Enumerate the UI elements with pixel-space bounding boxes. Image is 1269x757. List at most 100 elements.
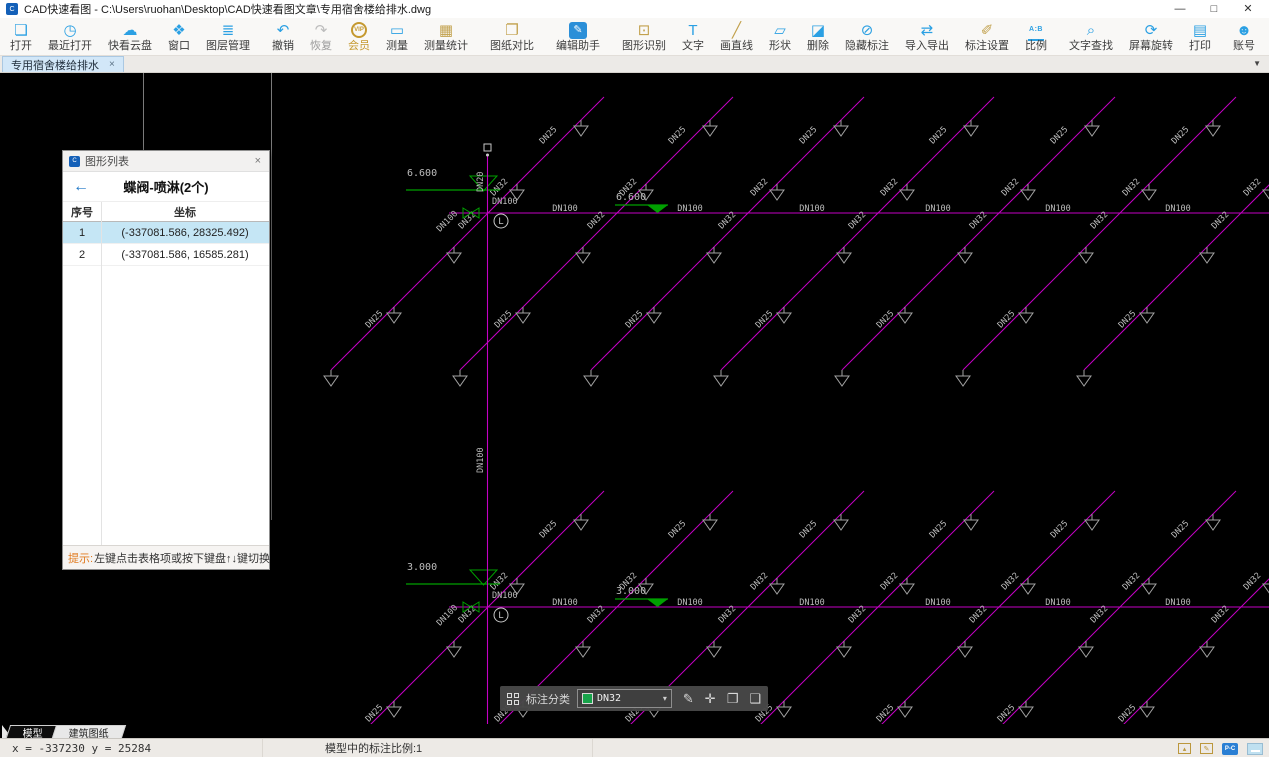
sprinkler-icon <box>1077 370 1091 386</box>
table-row[interactable]: 1(-337081.586, 28325.492) <box>63 222 269 244</box>
window-icon: ❖ <box>172 21 185 40</box>
export-image-icon[interactable]: ▴ <box>1178 743 1191 754</box>
shape-recognition-button-label: 图形识别 <box>622 40 666 53</box>
sprinkler-icon <box>574 514 588 530</box>
sprinkler-icon <box>707 247 721 263</box>
measure-icon: ▭ <box>390 21 404 40</box>
panel-toggle-icon[interactable] <box>1247 743 1263 755</box>
scale-button[interactable]: A:B比例 <box>1017 18 1055 56</box>
main-pipe-label: DN100 <box>799 204 825 214</box>
window-title: CAD快速看图 - C:\Users\ruohan\Desktop\CAD快速看… <box>24 1 431 17</box>
row-seq: 1 <box>63 227 101 239</box>
text-button-label: 文字 <box>682 40 704 53</box>
back-arrow-icon[interactable]: ← <box>73 179 89 195</box>
print-icon: ▤ <box>1193 21 1207 40</box>
measure-button-label: 测量 <box>386 40 408 53</box>
recent-open-button-label: 最近打开 <box>48 40 92 53</box>
branch-end-label: DN25 <box>1170 519 1192 541</box>
elevation-marker: 6.600 <box>615 192 668 213</box>
document-tab-label: 专用宿舍楼给排水 <box>11 57 99 73</box>
sprinkler-icon <box>898 307 912 323</box>
account-button[interactable]: ☻账号 <box>1225 18 1263 56</box>
category-color-swatch <box>582 693 593 704</box>
text-button[interactable]: T文字 <box>674 18 712 56</box>
sprinkler-icon <box>574 120 588 136</box>
table-row[interactable]: 2(-337081.586, 16585.281) <box>63 244 269 266</box>
shape-list-panel: C 图形列表 × ← 蝶阀-喷淋(2个) 序号 坐标 1(-337081.586… <box>62 150 270 570</box>
edit-annotation-icon[interactable]: ✎ <box>683 692 694 705</box>
pc-sync-icon[interactable]: P-C <box>1222 743 1238 755</box>
delete-icon: ◪ <box>811 21 825 40</box>
coordinate-table: 序号 坐标 1(-337081.586, 28325.492)2(-337081… <box>63 202 269 545</box>
sprinkler-icon <box>834 514 848 530</box>
valve-pipe-label: DN100 <box>435 603 460 628</box>
shape-button[interactable]: ▱形状 <box>761 18 799 56</box>
support-button[interactable]: ☊客服 <box>1263 18 1269 56</box>
main-pipe-label: DN100 <box>925 598 951 608</box>
text-search-button[interactable]: ⌕文字查找 <box>1061 18 1121 56</box>
draw-line-icon: ╱ <box>732 21 741 40</box>
import-export-icon: ⇄ <box>921 21 934 40</box>
import-export-button-label: 导入导出 <box>905 40 949 53</box>
sprinkler-icon <box>1085 514 1099 530</box>
hide-annotations-button[interactable]: ⊘隐藏标注 <box>837 18 897 56</box>
annotation-category-dropdown[interactable]: DN32 ▾ <box>577 689 672 708</box>
undo-button[interactable]: ↶撤销 <box>264 18 302 56</box>
edit-assistant-button[interactable]: ✎编辑助手 <box>548 18 608 56</box>
sprinkler-icon <box>958 247 972 263</box>
close-button[interactable]: ✕ <box>1231 0 1265 18</box>
import-export-button[interactable]: ⇄导入导出 <box>897 18 957 56</box>
tab-list-caret-icon[interactable]: ▼ <box>1253 59 1261 68</box>
minimize-button[interactable]: — <box>1163 0 1197 18</box>
document-tab[interactable]: 专用宿舍楼给排水 × <box>2 56 124 72</box>
layer-manager-button[interactable]: ≣图层管理 <box>198 18 258 56</box>
delete-button[interactable]: ◪删除 <box>799 18 837 56</box>
measure-stats-button[interactable]: ▦测量统计 <box>416 18 476 56</box>
sheet-tab-layout[interactable]: 建筑图纸 <box>52 725 126 738</box>
sprinkler-icon <box>714 370 728 386</box>
annotation-settings-button[interactable]: ✐标注设置 <box>957 18 1017 56</box>
measure-button[interactable]: ▭测量 <box>378 18 416 56</box>
recent-open-button[interactable]: ◷最近打开 <box>40 18 100 56</box>
draw-line-button[interactable]: ╱画直线 <box>712 18 761 56</box>
edit-export-icon[interactable]: ✎ <box>1200 743 1213 754</box>
alarm-valve-letter: L <box>498 611 503 621</box>
branch-label: DN32 <box>879 571 901 593</box>
shape-panel-close-icon[interactable]: × <box>253 155 263 167</box>
vip-member-button[interactable]: VIP会员 <box>340 18 378 56</box>
redo-button[interactable]: ↷恢复 <box>302 18 340 56</box>
row-seq: 2 <box>63 249 101 261</box>
valve-pipe-label: DN100 <box>492 197 518 207</box>
document-tab-close-icon[interactable]: × <box>109 59 115 70</box>
branch-end-label: DN25 <box>1117 309 1139 331</box>
panel-hint: 提示: 左键点击表格项或按下键盘↑↓键切换 <box>63 545 269 569</box>
screen-rotate-button[interactable]: ⟳屏幕旋转 <box>1121 18 1181 56</box>
branch-end-label: DN25 <box>1049 519 1071 541</box>
main-pipe-label: DN100 <box>1165 204 1191 214</box>
row-coordinate: (-337081.586, 16585.281) <box>101 249 269 261</box>
copy-annotation-icon[interactable]: ❐ <box>727 692 739 705</box>
maximize-button[interactable]: □ <box>1197 0 1231 18</box>
branch-label: DN32 <box>1000 571 1022 593</box>
cloud-drive-button[interactable]: ☁快看云盘 <box>100 18 160 56</box>
sprinkler-icon <box>1019 307 1033 323</box>
category-value: DN32 <box>597 693 659 704</box>
sprinkler-icon <box>964 514 978 530</box>
print-button[interactable]: ▤打印 <box>1181 18 1219 56</box>
shape-button-label: 形状 <box>769 40 791 53</box>
valve-pipe-label: DN100 <box>435 209 460 234</box>
cad-viewport[interactable]: DN100DN100DN100DN100DN100DN100DN25DN32DN… <box>0 73 1269 724</box>
shape-panel-titlebar[interactable]: C 图形列表 × <box>63 151 269 172</box>
duplicate-annotation-icon[interactable]: ❑ <box>749 692 761 705</box>
open-button[interactable]: ❏打开 <box>2 18 40 56</box>
sprinkler-icon <box>1085 120 1099 136</box>
move-annotation-icon[interactable]: ✛ <box>705 692 716 705</box>
branch-label: DN32 <box>489 571 511 593</box>
window-button[interactable]: ❖窗口 <box>160 18 198 56</box>
grid-icon[interactable] <box>507 693 519 705</box>
branch-label: DN32 <box>1242 571 1264 593</box>
shape-recognition-button[interactable]: ⊡图形识别 <box>614 18 674 56</box>
alarm-valve-icon: L <box>494 608 508 622</box>
sprinkler-icon <box>324 370 338 386</box>
drawing-compare-button[interactable]: ❐图纸对比 <box>482 18 542 56</box>
